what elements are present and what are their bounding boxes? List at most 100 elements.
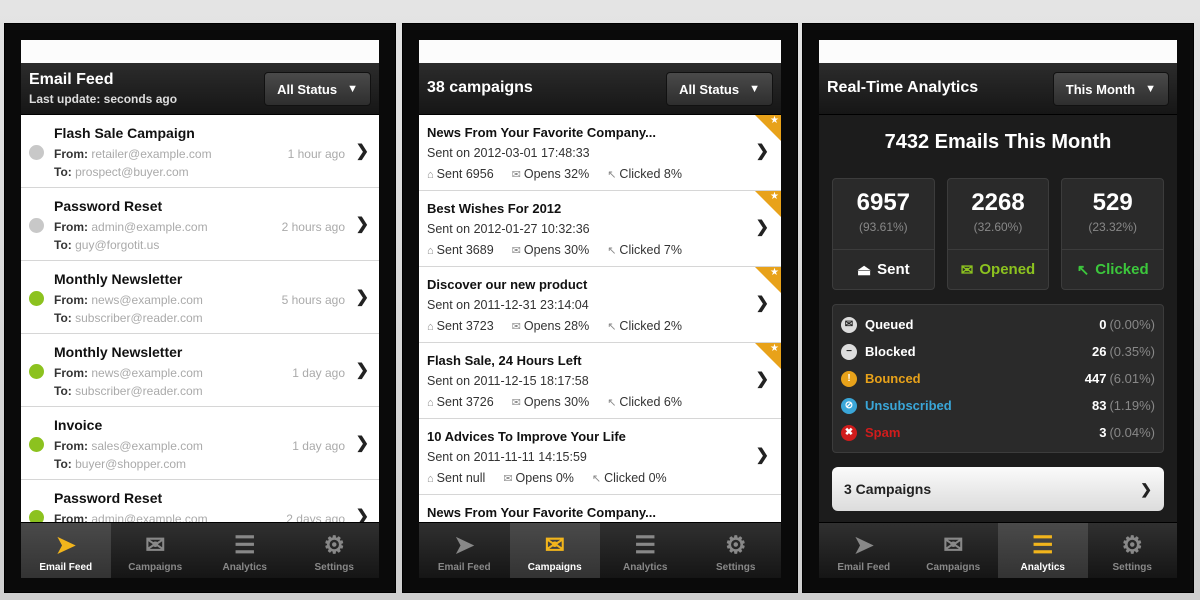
stat-count: 83 xyxy=(1092,398,1107,413)
stat-label: Opened xyxy=(979,261,1036,278)
stat-sent: ⌂ Sent 6956 xyxy=(427,167,494,181)
from-label: From: xyxy=(54,512,88,522)
tab-label: Analytics xyxy=(1020,562,1065,573)
chevron-right-icon: ❯ xyxy=(755,447,769,464)
tab-campaigns[interactable]: ✉ Campaigns xyxy=(509,523,600,578)
email-feed-row[interactable]: Password ResetFrom: admin@example.comTo:… xyxy=(21,188,379,261)
from-label: From: xyxy=(54,220,88,234)
period-filter-button[interactable]: This Month ▼ xyxy=(1052,72,1169,106)
tab-campaigns[interactable]: ✉ Campaigns xyxy=(111,523,201,578)
stat-value: 529 xyxy=(1092,189,1133,216)
to-address: guy@forgotit.us xyxy=(75,238,160,252)
tab-settings[interactable]: ⚙ Settings xyxy=(1088,523,1178,578)
stat-clicked: ↖ Clicked 7% xyxy=(607,243,682,257)
tab-bar: ➤ Email Feed ✉ Campaigns ☰ Analytics ⚙ Settings xyxy=(21,522,379,578)
chevron-right-icon: ❯ xyxy=(355,216,369,233)
campaign-list[interactable]: News From Your Favorite Company... Sent o… xyxy=(419,115,781,522)
campaign-title: News From Your Favorite Company... xyxy=(427,505,656,520)
chevron-down-icon: ▼ xyxy=(1145,83,1156,95)
from-label: From: xyxy=(54,147,88,161)
email-feed-row[interactable]: Flash Sale Campaign From: retailer@exampl… xyxy=(21,115,379,188)
star-icon: ★ xyxy=(770,115,779,126)
tab-bar: ➤ Email Feed ✉ Campaigns ☰ Analytics ⚙ Settings xyxy=(419,522,781,578)
analytics-body: 7432 Emails This Month 6957 (93.61%) ⏏ Sent… xyxy=(819,115,1177,522)
status-filter-button[interactable]: All Status ▼ xyxy=(264,72,371,106)
stat-pct: (0.04%) xyxy=(1109,425,1155,440)
stat-opens-value: Opens 30% xyxy=(523,395,590,409)
campaign-row[interactable]: News From Your Favorite Company... Sent o… xyxy=(419,115,781,191)
campaign-sent-date: Sent on 2011-11-11 14:15:59 xyxy=(427,450,587,464)
status-filter-button[interactable]: All Status ▼ xyxy=(666,72,773,106)
from-address: admin@example.com xyxy=(91,220,208,234)
click-icon: ↖ xyxy=(607,397,617,409)
tab-analytics[interactable]: ☰ Analytics xyxy=(600,523,691,578)
email-feed-row[interactable]: Password ResetFrom: admin@example.comTo:… xyxy=(21,480,379,522)
stat-sent-value: Sent 3723 xyxy=(436,319,494,333)
campaign-row[interactable]: Flash Sale, 24 Hours Left Sent on 2011-12… xyxy=(419,343,781,419)
nav-bar: Real-Time Analytics This Month ▼ xyxy=(819,63,1177,115)
chevron-right-icon: ❯ xyxy=(355,362,369,379)
from-address: news@example.com xyxy=(91,293,203,307)
email-feed-row[interactable]: Monthly Newsletter From: news@example.com… xyxy=(21,261,379,334)
to-label: To: xyxy=(54,165,72,179)
stat-pct: (0.00%) xyxy=(1109,317,1155,332)
campaign-row[interactable]: Discover our new product Sent on 2011-12-… xyxy=(419,267,781,343)
sent-icon: ⌂ xyxy=(427,397,434,409)
blocked-icon: − xyxy=(841,343,857,360)
campaign-row[interactable]: 10 Advices To Improve Your Life Sent on 2… xyxy=(419,419,781,495)
email-feed-list[interactable]: Flash Sale Campaign From: retailer@exampl… xyxy=(21,115,379,522)
chevron-right-icon: ❯ xyxy=(355,289,369,306)
gear-icon: ⚙ xyxy=(1121,532,1143,559)
status-bar xyxy=(419,40,781,63)
stat-clicked: ↖ Clicked 8% xyxy=(607,167,682,181)
tab-campaigns[interactable]: ✉ Campaigns xyxy=(909,523,999,578)
status-bar xyxy=(819,40,1177,63)
tab-settings[interactable]: ⚙ Settings xyxy=(691,523,782,578)
stat-label: Sent xyxy=(877,261,910,278)
chevron-down-icon: ▼ xyxy=(749,83,760,95)
stat-percent: (23.32%) xyxy=(1088,220,1138,234)
queued-icon: ✉ xyxy=(841,316,857,333)
phone-campaigns: 38 campaigns All Status ▼ News From Your… xyxy=(402,23,798,593)
stat-clicked-value: Clicked 6% xyxy=(619,395,682,409)
spam-icon: ✖ xyxy=(841,424,857,441)
campaign-title: 10 Advices To Improve Your Life xyxy=(427,429,626,444)
campaign-row[interactable]: Best Wishes For 2012 Sent on 2012-01-27 1… xyxy=(419,191,781,267)
campaigns-button[interactable]: 3 Campaigns ❯ xyxy=(832,467,1164,511)
stat-sent-value: Sent 3689 xyxy=(436,243,494,257)
star-icon: ★ xyxy=(770,191,779,202)
tab-email-feed[interactable]: ➤ Email Feed xyxy=(819,523,909,578)
stat-row-unsubscribed: ⊘ Unsubscribed 83 (1.19%) xyxy=(841,392,1155,419)
chevron-down-icon: ▼ xyxy=(347,83,358,95)
tab-analytics[interactable]: ☰ Analytics xyxy=(200,523,290,578)
status-dot xyxy=(29,510,44,522)
stat-card-opened: 2268 (32.60%) ✉ Opened xyxy=(946,178,1050,290)
opens-icon: ✉ xyxy=(511,397,521,409)
tab-label: Settings xyxy=(716,562,756,573)
campaign-title: News From Your Favorite Company... xyxy=(427,125,656,140)
tab-analytics[interactable]: ☰ Analytics xyxy=(998,523,1088,578)
stat-clicked-value: Clicked 2% xyxy=(619,319,682,333)
stat-label-row: ↖ Clicked xyxy=(1062,249,1164,289)
campaign-sent-date: Sent on 2011-12-15 18:17:58 xyxy=(427,374,589,388)
stat-name: Unsubscribed xyxy=(865,398,952,413)
stat-opens-value: Opens 0% xyxy=(515,471,574,485)
campaign-row[interactable]: News From Your Favorite Company... xyxy=(419,495,781,522)
to-line: To: subscriber@reader.com xyxy=(54,384,203,398)
tab-email-feed[interactable]: ➤ Email Feed xyxy=(21,523,111,578)
campaign-stats: ⌂ Sent 6956 ✉ Opens 32% ↖ Clicked 8% xyxy=(427,167,682,181)
tab-email-feed[interactable]: ➤ Email Feed xyxy=(419,523,510,578)
stat-sent-value: Sent 3726 xyxy=(436,395,494,409)
tab-settings[interactable]: ⚙ Settings xyxy=(290,523,380,578)
from-label: From: xyxy=(54,293,88,307)
email-subject: Monthly Newsletter xyxy=(54,344,183,360)
opened-icon: ✉ xyxy=(960,261,974,279)
envelopes-icon: ✉ xyxy=(943,532,964,559)
email-feed-row[interactable]: Invoice From: sales@example.com To: buyer@… xyxy=(21,407,379,480)
unsubscribed-icon: ⊘ xyxy=(841,397,857,414)
bars-icon: ☰ xyxy=(233,532,256,559)
stat-name: Queued xyxy=(865,317,914,332)
status-dot xyxy=(29,291,44,306)
delivery-stats-list: ✉ Queued 0 (0.00%) − Blocked 26 (0.35%)! Bounced… xyxy=(832,304,1164,453)
email-feed-row[interactable]: Monthly Newsletter From: news@example.com… xyxy=(21,334,379,407)
